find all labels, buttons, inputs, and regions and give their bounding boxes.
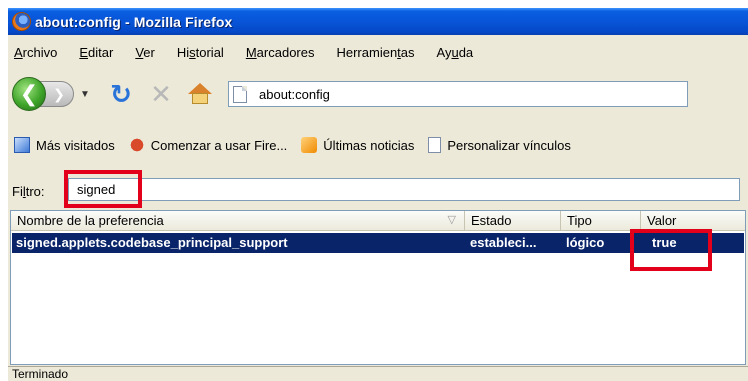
filter-input[interactable] bbox=[68, 178, 740, 201]
url-bar[interactable]: about:config bbox=[228, 81, 688, 107]
stop-icon[interactable]: ✕ bbox=[146, 79, 176, 110]
page-icon bbox=[233, 85, 247, 103]
column-header-name[interactable]: Nombre de la preferencia ▽ bbox=[11, 211, 465, 231]
pref-type-cell: lógico bbox=[566, 235, 605, 250]
navigation-toolbar: ❮ ❯ ▼ ↻ ✕ about:config bbox=[8, 70, 748, 118]
column-header-type[interactable]: Tipo bbox=[561, 211, 641, 231]
status-bar: Terminado bbox=[8, 366, 748, 381]
url-text: about:config bbox=[259, 86, 330, 102]
back-arrow-icon[interactable]: ❮ bbox=[12, 77, 46, 111]
pref-state-cell: estableci... bbox=[470, 235, 537, 250]
title-bar[interactable]: about:config - Mozilla Firefox bbox=[8, 8, 748, 35]
menu-herramientas[interactable]: Herramientas bbox=[336, 45, 414, 60]
firefox-bookmark-icon bbox=[128, 137, 145, 153]
home-icon[interactable] bbox=[186, 81, 214, 107]
smart-folder-icon bbox=[14, 137, 30, 153]
bookmark-personalizar[interactable]: Personalizar vínculos bbox=[428, 137, 571, 153]
firefox-window: about:config - Mozilla Firefox Archivo E… bbox=[8, 8, 748, 381]
history-dropdown-icon[interactable]: ▼ bbox=[76, 85, 94, 103]
preferences-table: Nombre de la preferencia ▽ Estado Tipo Va… bbox=[10, 210, 746, 365]
status-text: Terminado bbox=[12, 367, 69, 381]
window-title: about:config - Mozilla Firefox bbox=[35, 13, 233, 30]
menu-editar[interactable]: Editar bbox=[79, 45, 113, 60]
bookmarks-toolbar: Más visitados Comenzar a usar Fire... Úl… bbox=[8, 132, 748, 158]
sort-icon: ▽ bbox=[447, 214, 456, 226]
rss-feed-icon bbox=[301, 137, 318, 153]
menu-ver[interactable]: Ver bbox=[135, 45, 155, 60]
document-icon bbox=[428, 137, 442, 153]
table-row[interactable]: signed.applets.codebase_principal_suppor… bbox=[12, 233, 744, 253]
table-header: Nombre de la preferencia ▽ Estado Tipo Va… bbox=[11, 211, 745, 231]
menu-marcadores[interactable]: Marcadores bbox=[246, 45, 315, 60]
pref-name-cell: signed.applets.codebase_principal_suppor… bbox=[16, 235, 288, 250]
filter-row: Filtro: bbox=[8, 174, 748, 208]
filter-label: Filtro: bbox=[12, 183, 45, 199]
bookmark-comenzar[interactable]: Comenzar a usar Fire... bbox=[128, 137, 287, 153]
menu-bar: Archivo Editar Ver Historial Marcadores … bbox=[8, 35, 748, 69]
firefox-logo-icon bbox=[12, 12, 31, 31]
menu-historial[interactable]: Historial bbox=[177, 45, 224, 60]
column-header-state[interactable]: Estado bbox=[465, 211, 561, 231]
menu-ayuda[interactable]: Ayuda bbox=[437, 45, 474, 60]
pref-value-cell: true bbox=[652, 235, 677, 250]
bookmark-ultimas-noticias[interactable]: Últimas noticias bbox=[301, 137, 414, 153]
bookmark-mas-visitados[interactable]: Más visitados bbox=[14, 137, 115, 153]
column-header-value[interactable]: Valor bbox=[641, 211, 745, 231]
menu-archivo[interactable]: Archivo bbox=[14, 45, 57, 60]
reload-icon[interactable]: ↻ bbox=[106, 79, 136, 110]
